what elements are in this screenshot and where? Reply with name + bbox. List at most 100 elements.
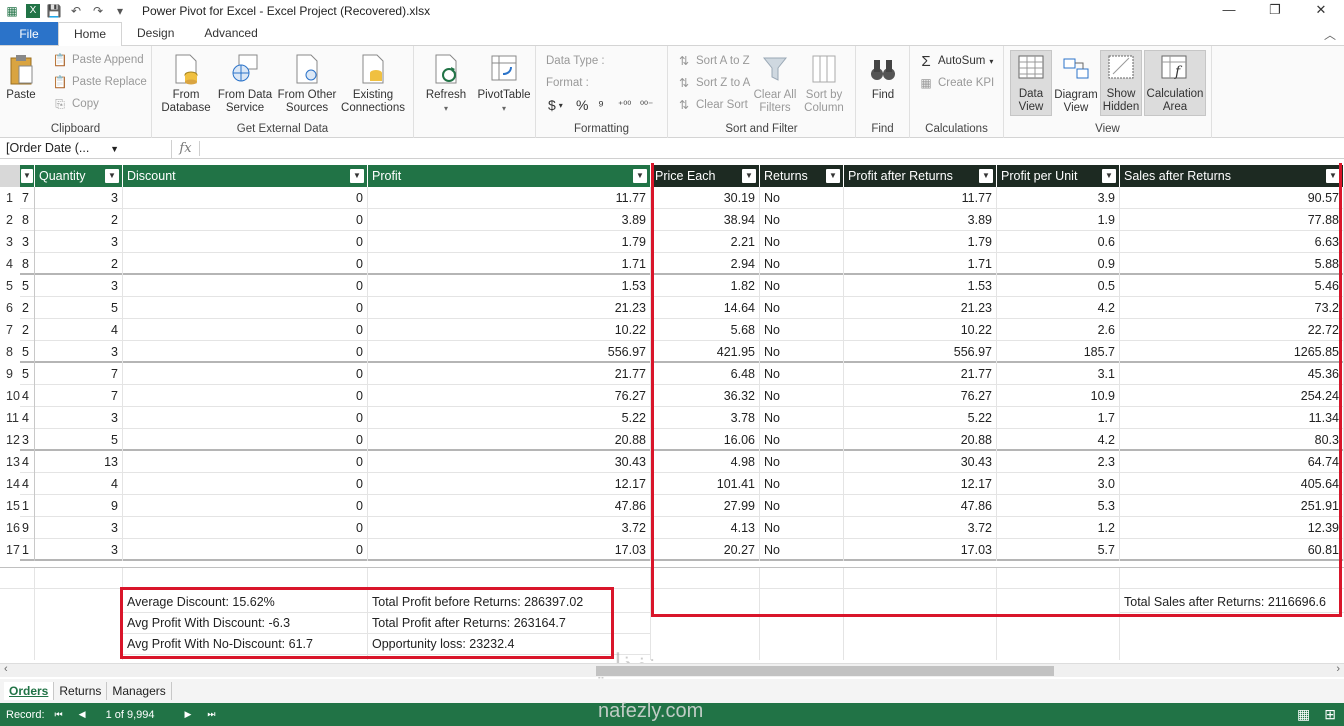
row-number[interactable]: 15 bbox=[0, 495, 20, 517]
table-cell-quantity[interactable]: 9 bbox=[35, 495, 123, 517]
table-cell-price[interactable]: 2.94 bbox=[651, 253, 760, 275]
table-cell-ppu[interactable]: 5.7 bbox=[997, 539, 1120, 561]
table-cell-par[interactable]: 1.79 bbox=[844, 231, 997, 253]
table-cell-quantity[interactable]: 3 bbox=[35, 275, 123, 297]
row-number[interactable]: 14 bbox=[0, 473, 20, 495]
table-cell-par[interactable]: 1.71 bbox=[844, 253, 997, 275]
table-cell-profit[interactable]: 3.72 bbox=[368, 517, 651, 539]
table-cell-sar[interactable]: 80.3 bbox=[1120, 429, 1344, 451]
tab-advanced[interactable]: Advanced bbox=[189, 22, 272, 45]
scroll-right-icon[interactable]: › bbox=[1336, 663, 1340, 675]
table-cell-sar[interactable]: 5.46 bbox=[1120, 275, 1344, 297]
format-dropdown[interactable]: Format : bbox=[546, 73, 589, 93]
paste-append-button[interactable]: 📋 Paste Append bbox=[52, 50, 144, 70]
table-cell-returns[interactable]: No bbox=[760, 495, 844, 517]
table-cell-quantity[interactable]: 3 bbox=[35, 539, 123, 561]
measure-avg-profit-discount[interactable]: Avg Profit With Discount: -6.3 bbox=[123, 613, 368, 634]
sheet-tab-orders[interactable]: Orders bbox=[4, 682, 55, 700]
table-cell-quantity[interactable]: 3 bbox=[35, 517, 123, 539]
column-header-discount[interactable]: Discount ▼ bbox=[123, 165, 368, 187]
filter-dropdown-icon[interactable]: ▼ bbox=[350, 169, 364, 183]
filter-dropdown-icon[interactable]: ▼ bbox=[105, 169, 119, 183]
table-cell-partial[interactable]: 3 bbox=[20, 231, 35, 253]
table-cell-returns[interactable]: No bbox=[760, 253, 844, 275]
find-button[interactable]: Find bbox=[864, 52, 902, 102]
table-cell-quantity[interactable]: 2 bbox=[35, 253, 123, 275]
table-cell-par[interactable]: 17.03 bbox=[844, 539, 997, 561]
filter-dropdown-icon[interactable]: ▼ bbox=[1102, 169, 1116, 183]
table-cell-profit[interactable]: 17.03 bbox=[368, 539, 651, 561]
table-cell-partial[interactable]: 1 bbox=[20, 539, 35, 561]
table-cell-quantity[interactable]: 4 bbox=[35, 319, 123, 341]
scroll-left-icon[interactable]: ‹ bbox=[4, 663, 8, 675]
row-number[interactable]: 6 bbox=[0, 297, 20, 319]
table-cell-quantity[interactable]: 5 bbox=[35, 429, 123, 451]
row-number[interactable]: 16 bbox=[0, 517, 20, 539]
table-cell-discount[interactable]: 0 bbox=[123, 363, 368, 385]
table-cell-partial[interactable]: 9 bbox=[20, 517, 35, 539]
measure-average-discount[interactable]: Average Discount: 15.62% bbox=[123, 592, 368, 613]
tab-file[interactable]: File bbox=[0, 22, 58, 45]
table-cell-sar[interactable]: 64.74 bbox=[1120, 451, 1344, 473]
table-cell-returns[interactable]: No bbox=[760, 231, 844, 253]
table-cell-price[interactable]: 3.78 bbox=[651, 407, 760, 429]
table-cell-discount[interactable]: 0 bbox=[123, 407, 368, 429]
row-number[interactable]: 8 bbox=[0, 341, 20, 363]
table-cell-sar[interactable]: 1265.85 bbox=[1120, 341, 1344, 363]
table-cell-ppu[interactable]: 0.9 bbox=[997, 253, 1120, 275]
filter-dropdown-icon[interactable]: ▼ bbox=[21, 169, 33, 183]
table-cell-ppu[interactable]: 5.3 bbox=[997, 495, 1120, 517]
row-number[interactable]: 1 bbox=[0, 187, 20, 209]
table-cell-discount[interactable]: 0 bbox=[123, 253, 368, 275]
table-cell-price[interactable]: 2.21 bbox=[651, 231, 760, 253]
table-cell-ppu[interactable]: 0.6 bbox=[997, 231, 1120, 253]
horizontal-scrollbar[interactable]: ‹ › bbox=[0, 663, 1344, 677]
filter-dropdown-icon[interactable]: ▼ bbox=[742, 169, 756, 183]
table-cell-returns[interactable]: No bbox=[760, 275, 844, 297]
from-data-service-button[interactable]: From Data Service bbox=[216, 52, 274, 115]
table-cell-partial[interactable]: 4 bbox=[20, 451, 35, 473]
formula-input[interactable] bbox=[200, 140, 1344, 158]
customize-quick-access-icon[interactable]: ▾ bbox=[112, 4, 128, 18]
existing-connections-button[interactable]: Existing Connections bbox=[340, 52, 406, 115]
table-cell-returns[interactable]: No bbox=[760, 517, 844, 539]
table-cell-sar[interactable]: 11.34 bbox=[1120, 407, 1344, 429]
sort-a-to-z-button[interactable]: ⇅ Sort A to Z bbox=[676, 51, 750, 71]
measure-total-profit-before[interactable]: Total Profit before Returns: 286397.02 bbox=[368, 592, 651, 613]
first-record-icon[interactable]: ⏮ bbox=[55, 709, 63, 720]
diagram-view-status-icon[interactable]: ⊞ bbox=[1324, 706, 1336, 723]
table-cell-price[interactable]: 38.94 bbox=[651, 209, 760, 231]
refresh-button[interactable]: Refresh ▾ bbox=[420, 52, 472, 115]
comma-button[interactable]: ⁹ bbox=[598, 95, 604, 115]
table-cell-price[interactable]: 101.41 bbox=[651, 473, 760, 495]
data-type-dropdown[interactable]: Data Type : bbox=[546, 51, 605, 71]
row-number[interactable]: 2 bbox=[0, 209, 20, 231]
table-cell-partial[interactable]: 4 bbox=[20, 385, 35, 407]
table-cell-returns[interactable]: No bbox=[760, 319, 844, 341]
name-box[interactable]: [Order Date (... ▼ bbox=[0, 139, 172, 158]
previous-record-icon[interactable]: ◀ bbox=[79, 709, 86, 720]
table-cell-discount[interactable]: 0 bbox=[123, 275, 368, 297]
table-cell-quantity[interactable]: 3 bbox=[35, 407, 123, 429]
table-cell-ppu[interactable]: 1.7 bbox=[997, 407, 1120, 429]
table-cell-discount[interactable]: 0 bbox=[123, 385, 368, 407]
column-header-partial[interactable]: ▼ bbox=[20, 165, 35, 187]
data-view-button[interactable]: Data View bbox=[1010, 50, 1052, 116]
table-cell-profit[interactable]: 1.79 bbox=[368, 231, 651, 253]
column-header-returns[interactable]: Returns ▼ bbox=[760, 165, 844, 187]
table-cell-partial[interactable]: 2 bbox=[20, 297, 35, 319]
table-cell-par[interactable]: 1.53 bbox=[844, 275, 997, 297]
table-cell-discount[interactable]: 0 bbox=[123, 297, 368, 319]
column-header-quantity[interactable]: Quantity ▼ bbox=[35, 165, 123, 187]
scrollbar-thumb[interactable] bbox=[596, 666, 1054, 676]
table-cell-ppu[interactable]: 4.2 bbox=[997, 297, 1120, 319]
grid-view-icon[interactable]: ▦ bbox=[1297, 706, 1310, 723]
table-cell-profit[interactable]: 76.27 bbox=[368, 385, 651, 407]
tab-design[interactable]: Design bbox=[122, 22, 189, 45]
table-cell-profit[interactable]: 11.77 bbox=[368, 187, 651, 209]
table-cell-returns[interactable]: No bbox=[760, 429, 844, 451]
table-cell-par[interactable]: 21.77 bbox=[844, 363, 997, 385]
table-cell-discount[interactable]: 0 bbox=[123, 429, 368, 451]
column-header-profit[interactable]: Profit ▼ bbox=[368, 165, 651, 187]
filter-dropdown-icon[interactable]: ▼ bbox=[633, 169, 647, 183]
